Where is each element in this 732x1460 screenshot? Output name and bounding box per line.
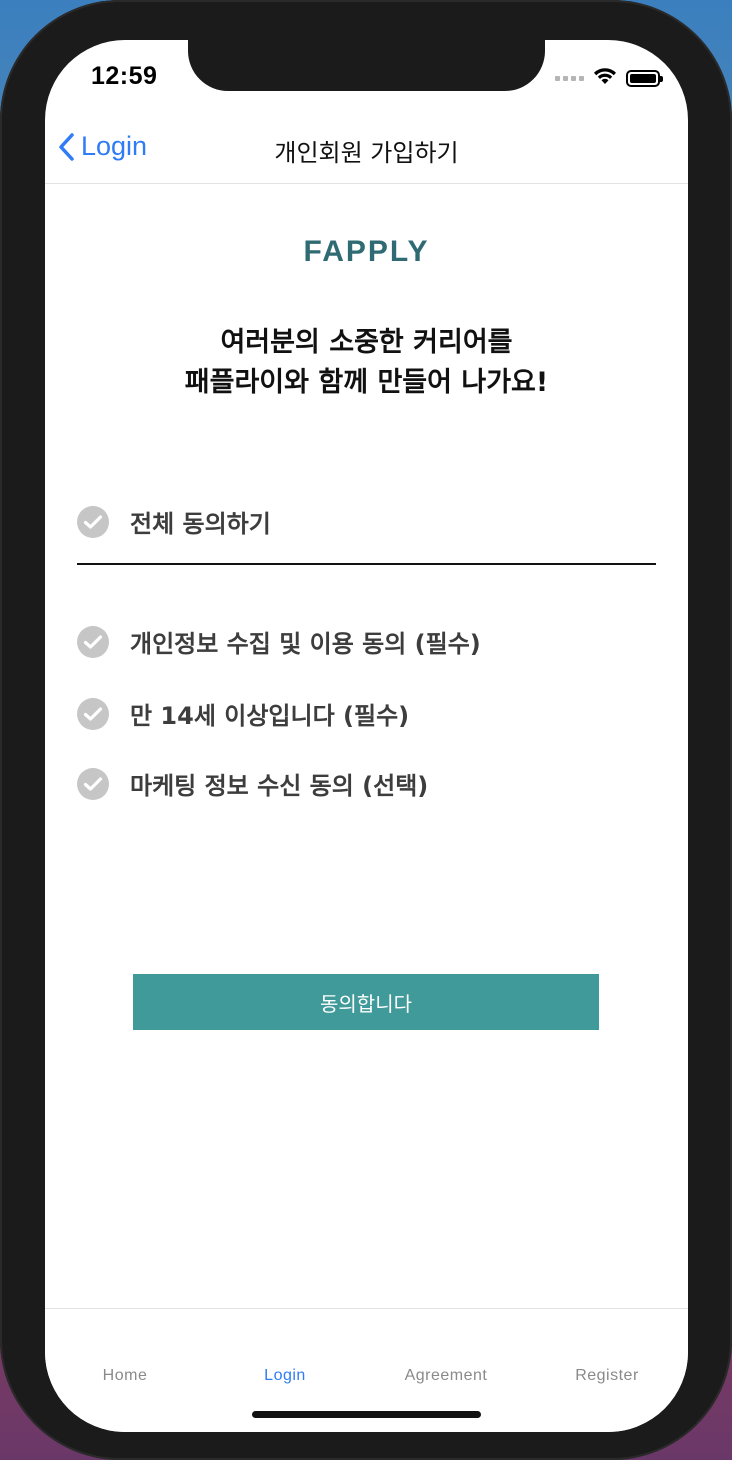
signal-icon (555, 75, 584, 81)
check-circle-icon (77, 697, 109, 730)
page-title: 개인회원 가입하기 (274, 139, 459, 167)
device-notch (188, 40, 545, 91)
agreement-item-age[interactable]: 만 14세 이상입니다 (필수) (77, 696, 409, 731)
app-screen: 12:59 Login 개인회원 가입하기 FAPPLY 여러분의 소중한 커리… (45, 40, 688, 1432)
home-indicator (252, 1411, 481, 1418)
device-frame: 12:59 Login 개인회원 가입하기 FAPPLY 여러분의 소중한 커리… (0, 0, 732, 1460)
agreement-item-label: 만 14세 이상입니다 (필수) (130, 702, 410, 730)
navigation-bar: Login 개인회원 가입하기 (45, 118, 688, 184)
headline-line-1: 여러분의 소중한 커리어를 (220, 327, 513, 358)
battery-icon (626, 69, 663, 87)
tab-register[interactable]: Register (527, 1367, 687, 1385)
agree-all-label: 전체 동의하기 (130, 510, 271, 538)
wifi-icon (592, 66, 618, 90)
tab-home[interactable]: Home (45, 1367, 205, 1385)
status-icons (555, 66, 663, 90)
divider (77, 563, 656, 565)
check-circle-icon (77, 625, 109, 658)
agreement-item-label: 개인정보 수집 및 이용 동의 (필수) (130, 630, 481, 658)
headline-line-2: 패플라이와 함께 만들어 나가요! (184, 367, 549, 398)
agree-all-checkbox[interactable]: 전체 동의하기 (77, 504, 271, 539)
check-circle-icon (77, 505, 109, 538)
agree-button[interactable]: 동의합니다 (133, 974, 599, 1030)
agreement-item-marketing[interactable]: 마케팅 정보 수신 동의 (선택) (77, 766, 428, 801)
agreement-item-label: 마케팅 정보 수신 동의 (선택) (130, 772, 429, 800)
headline: 여러분의 소중한 커리어를 패플라이와 함께 만들어 나가요! (45, 323, 688, 403)
check-circle-icon (77, 767, 109, 800)
app-logo: FAPPLY (303, 235, 430, 268)
tab-login[interactable]: Login (205, 1367, 365, 1385)
agreement-item-privacy[interactable]: 개인정보 수집 및 이용 동의 (필수) (77, 624, 481, 659)
status-time: 12:59 (91, 62, 158, 90)
tab-agreement[interactable]: Agreement (366, 1367, 526, 1385)
